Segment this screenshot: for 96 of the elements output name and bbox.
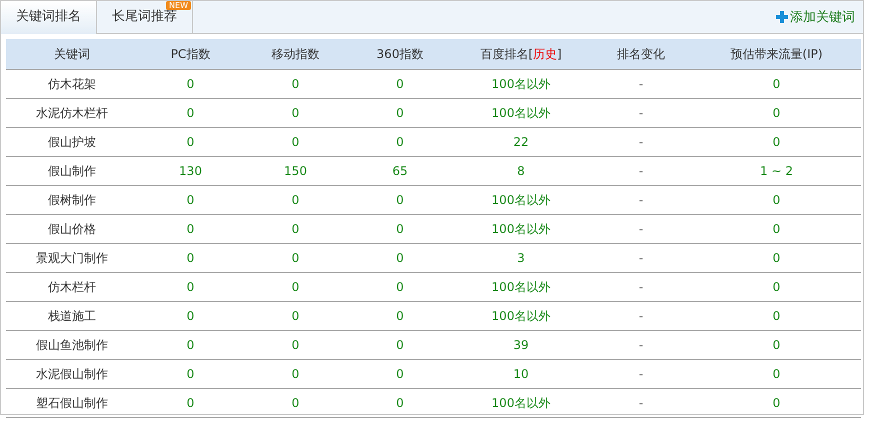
table-cell: 0 xyxy=(396,135,404,149)
table-cell: 0 xyxy=(292,309,300,323)
table-cell: 0 xyxy=(772,338,780,352)
table-cell: 0 xyxy=(396,367,404,381)
table-cell: 100名以外 xyxy=(492,222,550,236)
table-cell: - xyxy=(638,251,644,265)
table-cell: 假山价格 xyxy=(48,222,96,236)
table-cell: 假山护坡 xyxy=(48,134,96,148)
table-cell: 130 xyxy=(179,164,202,178)
table-cell: 假山制作 xyxy=(48,164,96,178)
table-cell: 0 xyxy=(772,309,780,323)
column-header: PC指数 xyxy=(170,46,210,60)
table-cell: - xyxy=(638,367,644,381)
table-cell: 0 xyxy=(186,396,194,410)
table-cell: 0 xyxy=(396,106,404,120)
table-cell: 0 xyxy=(292,280,300,294)
table-cell: 100名以外 xyxy=(492,106,550,120)
column-header: 关键词 xyxy=(54,46,90,60)
table-cell: 水泥仿木栏杆 xyxy=(36,106,108,120)
column-header: 排名变化 xyxy=(617,46,665,60)
table-cell: 150 xyxy=(284,164,307,178)
table-cell: 仿木花架 xyxy=(48,76,96,90)
table-cell: 0 xyxy=(186,280,194,294)
table-cell: 1 ~ 2 xyxy=(760,164,793,178)
new-badge: NEW xyxy=(166,1,191,10)
history-link[interactable]: 历史 xyxy=(533,46,557,60)
table-cell: 0 xyxy=(292,135,300,149)
table-cell: - xyxy=(638,309,644,323)
table-cell: 0 xyxy=(772,135,780,149)
table-cell: 0 xyxy=(772,106,780,120)
table-cell: 8 xyxy=(517,164,525,178)
table-cell: 22 xyxy=(513,135,529,149)
table-cell: 0 xyxy=(186,251,194,265)
table-cell: 0 xyxy=(396,338,404,352)
table-cell: 0 xyxy=(292,193,300,207)
plus-icon xyxy=(776,11,788,23)
table-cell: - xyxy=(638,396,644,410)
table-cell: 0 xyxy=(772,280,780,294)
add-keyword-link[interactable]: 添加关键词 xyxy=(776,8,855,26)
table-cell: 0 xyxy=(292,106,300,120)
table-cell: 0 xyxy=(186,338,194,352)
table-cell: 栈道施工 xyxy=(48,308,96,322)
table-cell: 0 xyxy=(772,367,780,381)
table-cell: - xyxy=(638,135,644,149)
table-cell: 100名以外 xyxy=(492,192,550,206)
table-cell: 0 xyxy=(292,222,300,236)
table-cell: - xyxy=(638,280,644,294)
table-cell: 仿木栏杆 xyxy=(48,280,96,294)
table-cell: 水泥假山制作 xyxy=(36,366,108,380)
table-cell: - xyxy=(638,222,644,236)
table-cell: 0 xyxy=(292,338,300,352)
table-cell: - xyxy=(638,77,644,91)
table-cell: 100名以外 xyxy=(492,396,550,410)
table-cell: 65 xyxy=(392,164,408,178)
table-cell: 100名以外 xyxy=(492,308,550,322)
column-header: 360指数 xyxy=(376,46,424,60)
table-cell: 0 xyxy=(772,77,780,91)
table-cell: 0 xyxy=(186,309,194,323)
table-cell: - xyxy=(638,338,644,352)
table-cell: 0 xyxy=(396,251,404,265)
table-cell: 0 xyxy=(292,367,300,381)
table-cell: 0 xyxy=(396,309,404,323)
table-cell: 100名以外 xyxy=(492,76,550,90)
table-cell: 3 xyxy=(517,251,525,265)
column-header: 预估带来流量(IP) xyxy=(730,46,823,60)
table-cell: 假树制作 xyxy=(48,192,96,206)
table-cell: 0 xyxy=(186,193,194,207)
table-cell: 0 xyxy=(186,77,194,91)
table-cell: 100名以外 xyxy=(492,280,550,294)
table-cell: 0 xyxy=(396,396,404,410)
table-cell: 0 xyxy=(292,251,300,265)
table-cell: 0 xyxy=(772,396,780,410)
table-cell: 10 xyxy=(513,367,529,381)
table-cell: 0 xyxy=(396,222,404,236)
tab[interactable]: 关键词排名 xyxy=(1,1,97,34)
table-cell: - xyxy=(638,106,644,120)
table-cell: 0 xyxy=(292,77,300,91)
table-cell: 39 xyxy=(513,338,529,352)
column-header: 移动指数 xyxy=(272,46,320,60)
table-cell: 0 xyxy=(772,193,780,207)
table-cell: 0 xyxy=(186,106,194,120)
table-cell: 0 xyxy=(396,193,404,207)
table-cell: 0 xyxy=(186,135,194,149)
table-cell: - xyxy=(638,164,644,178)
table-cell: 0 xyxy=(396,77,404,91)
table-cell: 景观大门制作 xyxy=(36,250,108,264)
table-cell: 0 xyxy=(186,222,194,236)
column-header: 百度排名[历史] xyxy=(480,46,562,60)
table-cell: - xyxy=(638,193,644,207)
table-cell: 0 xyxy=(772,251,780,265)
table-cell: 塑石假山制作 xyxy=(36,396,108,410)
table-cell: 0 xyxy=(186,367,194,381)
table-cell: 0 xyxy=(292,396,300,410)
table-cell: 假山鱼池制作 xyxy=(36,338,108,352)
table-cell: 0 xyxy=(396,280,404,294)
table-cell: 0 xyxy=(772,222,780,236)
